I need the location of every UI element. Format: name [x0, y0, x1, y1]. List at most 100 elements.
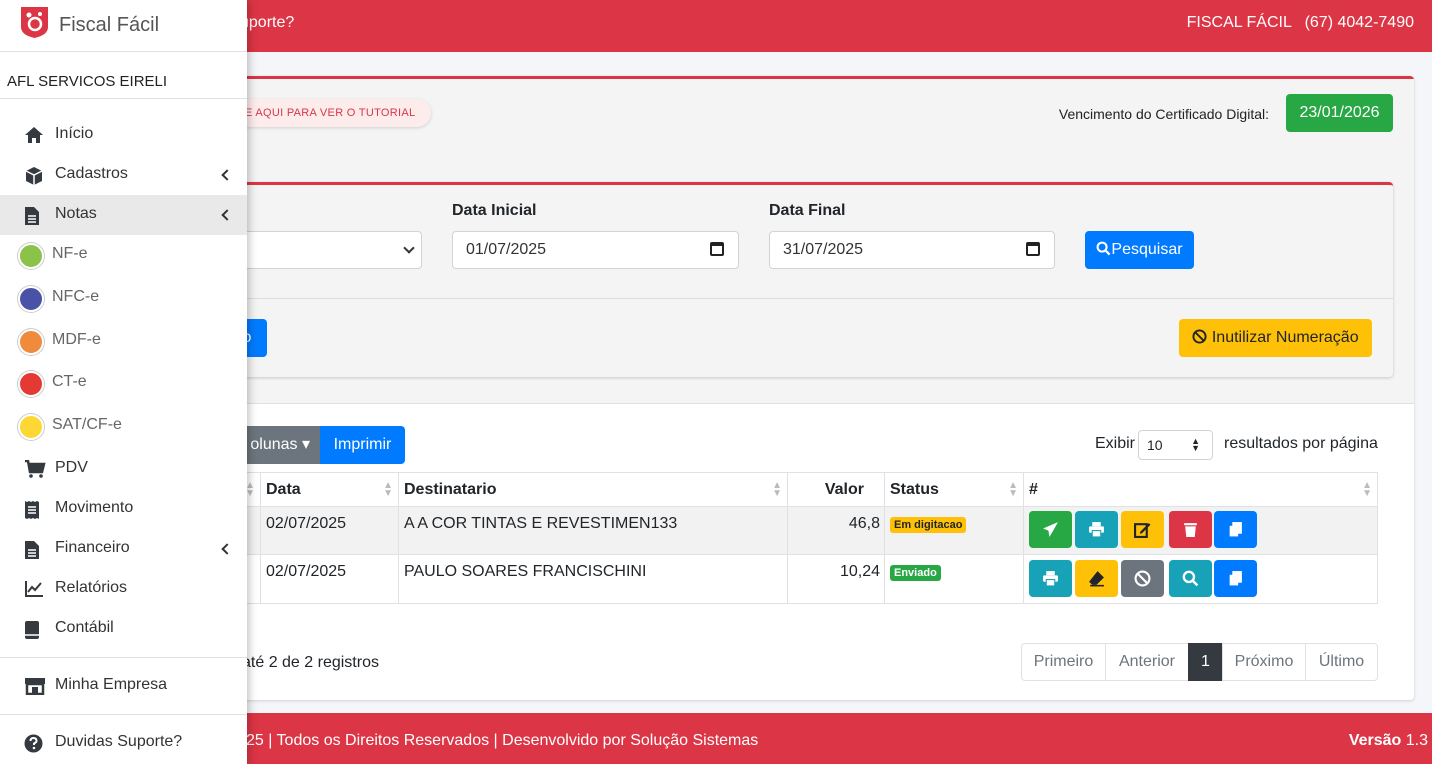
- filter-panel: Data Inicial 01/07/2025 Data Final 31/07…: [227, 182, 1393, 377]
- company-name[interactable]: AFL SERVICOS EIRELI: [7, 73, 167, 90]
- support-link[interactable]: uporte?: [240, 14, 294, 32]
- start-date-input[interactable]: 01/07/2025: [452, 231, 739, 269]
- chart-icon: [25, 581, 43, 597]
- calendar-icon[interactable]: [1026, 242, 1040, 256]
- show-label: Exibir: [1095, 435, 1136, 452]
- page-size-select[interactable]: 10 ▲ ▼: [1138, 430, 1213, 460]
- calendar-icon[interactable]: [710, 242, 724, 256]
- card-header: E AQUI PARA VER O TUTORIAL Vencimento do…: [227, 79, 1414, 404]
- cancel-button[interactable]: [1121, 560, 1164, 597]
- nfce-icon: [18, 286, 44, 312]
- send-button[interactable]: [1029, 511, 1072, 548]
- delete-button[interactable]: [1169, 511, 1212, 548]
- sidebar-item-cadastros[interactable]: Cadastros: [0, 155, 247, 195]
- sort-icon: ▲ ▼: [1008, 480, 1018, 499]
- copy-button[interactable]: [1214, 511, 1257, 548]
- header-data[interactable]: Data ▲ ▼: [260, 472, 399, 507]
- page-first[interactable]: Primeiro: [1021, 643, 1106, 681]
- end-date-input[interactable]: 31/07/2025: [769, 231, 1055, 269]
- logo-icon: [21, 7, 48, 38]
- sidebar-item-label: Notas: [55, 205, 97, 222]
- sidebar-item-minha-empresa[interactable]: Minha Empresa: [0, 666, 247, 706]
- sidebar: Fiscal Fácil AFL SERVICOS EIRELI Início …: [0, 0, 247, 764]
- divider: [0, 98, 247, 99]
- header-valor[interactable]: Valor: [787, 472, 885, 507]
- header-data-label: Data: [266, 481, 301, 498]
- print-row-button[interactable]: [1029, 560, 1072, 597]
- cell-status: Enviado: [884, 554, 1024, 604]
- updown-icon: ▲ ▼: [1191, 436, 1200, 453]
- cte-icon: [18, 371, 44, 397]
- table-info: até 2 de 2 registros: [242, 654, 379, 671]
- sidebar-item-movimento[interactable]: Movimento: [0, 489, 247, 529]
- tutorial-button[interactable]: E AQUI PARA VER O TUTORIAL: [227, 99, 432, 127]
- filter-divider: [237, 298, 1393, 299]
- copy-icon: [1228, 571, 1242, 587]
- sidebar-item-label: CT-e: [52, 373, 87, 390]
- footer-text: 25 | Todos os Direitos Reservados | Dese…: [246, 732, 759, 749]
- sidebar-item-inicio[interactable]: Início: [0, 115, 247, 155]
- print-button[interactable]: Imprimir: [320, 426, 405, 464]
- erase-button[interactable]: [1075, 560, 1118, 597]
- header-status[interactable]: Status ▲ ▼: [884, 472, 1024, 507]
- copy-icon: [1228, 522, 1242, 538]
- divider: [0, 714, 247, 715]
- sidebar-item-mdfe[interactable]: MDF-e: [0, 322, 247, 362]
- sidebar-item-nfe[interactable]: NF-e: [0, 236, 247, 276]
- sidebar-item-nfce[interactable]: NFC-e: [0, 279, 247, 319]
- sidebar-item-pdv[interactable]: PDV: [0, 449, 247, 489]
- columns-label: olunas: [250, 436, 298, 453]
- cart-icon: [25, 460, 46, 478]
- inutilizar-button[interactable]: Inutilizar Numeração: [1179, 319, 1372, 357]
- search-icon: [1182, 570, 1199, 587]
- header-actions-label: #: [1029, 481, 1038, 498]
- start-date-label: Data Inicial: [452, 202, 537, 219]
- page-prev[interactable]: Anterior: [1105, 643, 1189, 681]
- sidebar-item-sat[interactable]: SAT/CF-e: [0, 407, 247, 447]
- chevron-left-icon: [221, 209, 233, 221]
- status-badge: Em digitacao: [890, 517, 967, 533]
- sidebar-item-relatorios[interactable]: Relatórios: [0, 569, 247, 609]
- sidebar-item-financeiro[interactable]: Financeiro: [0, 529, 247, 569]
- header-actions[interactable]: # ▲ ▼: [1023, 472, 1378, 507]
- receipt-icon: [25, 501, 39, 519]
- mdfe-icon: [18, 329, 44, 355]
- version-info: Versão 1.3: [1349, 732, 1428, 750]
- cell-data: 02/07/2025: [260, 506, 399, 555]
- sidebar-item-notas[interactable]: Notas: [0, 195, 247, 235]
- cell-valor: 10,24: [787, 554, 885, 604]
- sidebar-item-duvidas[interactable]: Duvidas Suporte?: [0, 723, 247, 763]
- sidebar-item-label: PDV: [55, 459, 88, 476]
- print-row-button[interactable]: [1075, 511, 1118, 548]
- page-last[interactable]: Último: [1305, 643, 1378, 681]
- sort-icon: ▲ ▼: [383, 480, 393, 499]
- search-button[interactable]: Pesquisar: [1085, 231, 1194, 269]
- home-icon: [25, 127, 43, 143]
- page-current[interactable]: 1: [1188, 643, 1223, 681]
- nfe-icon: [18, 243, 44, 269]
- view-button[interactable]: [1169, 560, 1212, 597]
- brand[interactable]: Fiscal Fácil: [0, 0, 247, 52]
- sidebar-item-label: Cadastros: [55, 165, 128, 182]
- sidebar-item-contabil[interactable]: Contábil: [0, 609, 247, 649]
- cell-actions: [1023, 506, 1378, 555]
- copy-button[interactable]: [1214, 560, 1257, 597]
- sidebar-item-label: Início: [55, 125, 94, 142]
- edit-button[interactable]: [1121, 511, 1164, 548]
- cert-label: Vencimento do Certificado Digital:: [1058, 106, 1269, 122]
- status-badge: Enviado: [890, 565, 941, 581]
- file-icon: [25, 207, 39, 225]
- type-select[interactable]: [227, 231, 422, 269]
- sort-icon: ▲ ▼: [772, 480, 782, 499]
- header-destinatario[interactable]: Destinatario ▲ ▼: [398, 472, 788, 507]
- edit-icon: [1134, 523, 1151, 538]
- sidebar-item-label: Financeiro: [55, 539, 130, 556]
- main-card: E AQUI PARA VER O TUTORIAL Vencimento do…: [227, 76, 1414, 700]
- file-icon: [25, 541, 39, 559]
- printer-icon: [1043, 571, 1058, 587]
- sidebar-item-label: MDF-e: [52, 331, 101, 348]
- page-next[interactable]: Próximo: [1222, 643, 1306, 681]
- sort-icon: ▲ ▼: [1362, 480, 1372, 499]
- search-label: Pesquisar: [1111, 241, 1183, 258]
- sidebar-item-cte[interactable]: CT-e: [0, 364, 247, 404]
